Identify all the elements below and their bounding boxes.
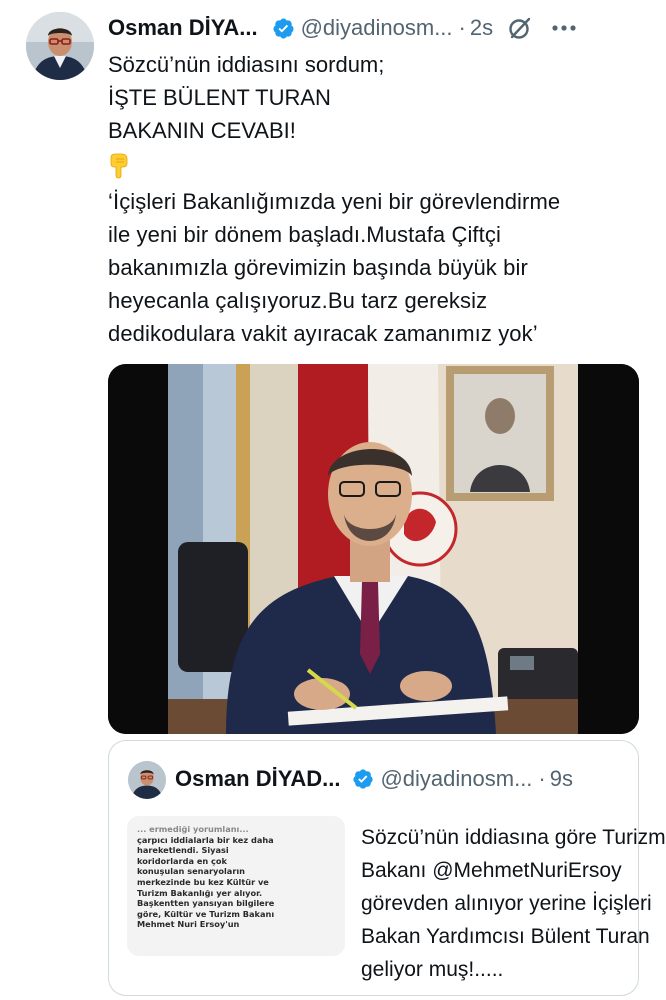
tweet-text: Sözcü’nün iddiasını sordum; İŞTE BÜLENT … <box>108 48 643 350</box>
quoted-author-avatar[interactable] <box>128 761 166 799</box>
thumbnail-text-line: koridorlarda en çok <box>137 855 227 866</box>
tweet-text-line: İŞTE BÜLENT TURAN <box>108 85 331 110</box>
thumbnail-text-line: çarpıcı iddialarla bir kez daha <box>137 834 274 845</box>
thumbnail-text-line: konuşulan senaryoların <box>137 866 246 877</box>
author-avatar[interactable] <box>26 12 94 80</box>
separator-dot: · <box>458 15 466 40</box>
quoted-author-handle[interactable]: @diyadinosm... <box>380 766 532 792</box>
statement-line: ile yeni bir dönem başladı.Mustafa Çiftç… <box>108 222 501 247</box>
quoted-text-line: Bakan Yardımcısı Bülent Turan <box>361 925 650 948</box>
quoted-tweet-header: Osman DİYAD... @diyadinosm... · 9s <box>175 763 625 795</box>
quoted-text-line: geliyor muş!..... <box>361 958 504 981</box>
quoted-text-line: Bakanı @MehmetNuriErsoy <box>361 859 622 882</box>
quoted-tweet-card[interactable]: Osman DİYAD... @diyadinosm... · 9s ... e… <box>108 740 666 996</box>
quoted-text-line: görevden alınıyor yerine İçişleri <box>361 892 652 915</box>
tweet-media-photo[interactable] <box>108 364 639 734</box>
thumbnail-text-line: Mehmet Nuri Ersoy'un <box>137 919 240 930</box>
separator-dot: · <box>538 766 546 791</box>
thumbnail-text-line: Başkentten yansıyan bilgilere <box>137 898 275 909</box>
statement-line: heyecanla çalışıyoruz.Bu tarz gereksiz <box>108 288 488 313</box>
more-options-icon[interactable] <box>551 24 577 32</box>
tweet-timestamp[interactable]: 2s <box>470 15 493 41</box>
tweet-text-line: Sözcü’nün iddiasını sordum; <box>108 52 385 77</box>
pointing-down-emoji-icon <box>108 147 643 180</box>
quoted-text-line: Sözcü’nün iddiasına göre Turizm <box>361 826 666 849</box>
verified-badge-icon <box>272 17 295 40</box>
quoted-tweet-thumbnail[interactable]: ... ermediği yorumlanı... çarpıcı iddial… <box>127 816 345 956</box>
statement-line: ‘İçişleri Bakanlığımızda yeni bir görevl… <box>108 189 561 214</box>
tweet-text-line: BAKANIN CEVABI! <box>108 118 296 143</box>
quoted-author-name[interactable]: Osman DİYAD... <box>175 766 340 792</box>
author-handle[interactable]: @diyadinosm... <box>301 15 453 41</box>
thumbnail-text-line: merkezinde bu kez Kültür ve <box>137 876 269 887</box>
grok-icon[interactable] <box>507 15 533 41</box>
thumbnail-article-text: ... ermediği yorumlanı... çarpıcı iddial… <box>137 824 277 930</box>
tweet-header: Osman DİYA... @diyadinosm... · 2s <box>108 10 648 46</box>
statement-line: bakanımızla görevimizin başında büyük bi… <box>108 255 528 280</box>
thumbnail-text-line: hareketlendi. Siyasi <box>137 845 229 856</box>
author-name[interactable]: Osman DİYA... <box>108 15 258 41</box>
thumbnail-text-line: ... ermediği yorumlanı... <box>137 824 249 834</box>
verified-badge-icon <box>352 768 374 790</box>
quoted-tweet-text: Sözcü’nün iddiasına göre Turizm Bakanı @… <box>361 821 666 986</box>
thumbnail-text-line: Turizm Bakanlığı yer alıyor. <box>137 887 263 898</box>
quoted-tweet-timestamp[interactable]: 9s <box>550 766 573 792</box>
statement-line: dedikodulara vakit ayıracak zamanımız yo… <box>108 321 538 346</box>
thumbnail-text-line: göre, Kültür ve Turizm Bakanı <box>137 908 275 919</box>
